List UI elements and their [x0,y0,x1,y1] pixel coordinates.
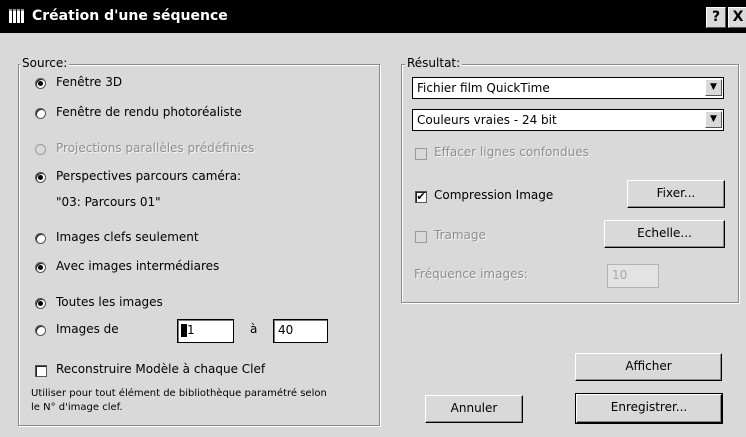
label-dithering: Tramage [434,228,486,242]
to-image-field[interactable]: 40 [273,319,328,343]
label-camera-paths[interactable]: Perspectives parcours caméra: [56,169,241,183]
color-depth-select[interactable]: Couleurs vraies - 24 bit ▼ [412,109,724,131]
output-format-value: Fichier film QuickTime [417,81,550,95]
window-title: Création d'une séquence [32,8,228,24]
radio-all-images[interactable] [35,298,46,309]
checkbox-erase-lines [415,148,427,160]
scale-button[interactable]: Echelle... [604,220,725,248]
label-frame-rate: Fréquence images: [414,267,528,281]
radio-photo-window[interactable] [35,108,46,119]
color-depth-value: Couleurs vraies - 24 bit [417,113,557,127]
label-keyframes-only[interactable]: Images clefs seulement [56,230,199,244]
result-legend: Résultat: [405,56,463,70]
help-button[interactable]: ? [706,7,726,28]
note-line-2: le N° d'image clef. [31,402,123,413]
label-window-3d[interactable]: Fenêtre 3D [56,75,122,89]
radio-parallel-projections [35,144,46,155]
checkbox-rebuild-model[interactable] [35,365,47,377]
camera-path-name: "03: Parcours 01" [56,195,161,209]
label-rebuild-model[interactable]: Reconstruire Modèle à chaque Clef [56,362,265,376]
radio-camera-paths[interactable] [35,172,46,183]
to-image-value: 40 [278,323,294,337]
chevron-down-icon[interactable]: ▼ [705,79,722,96]
app-icon [9,9,24,23]
cancel-button[interactable]: Annuler [425,395,523,423]
from-image-value: 1 [187,323,195,337]
save-button[interactable]: Enregistrer... [575,393,723,424]
note-line-1: Utiliser pour tout élément de bibliothèq… [31,388,327,399]
checkbox-dithering [415,231,427,243]
label-erase-lines: Effacer lignes confondues [434,145,589,159]
label-all-images[interactable]: Toutes les images [56,295,163,309]
label-parallel-projections: Projections parallèles prédéfinies [56,141,255,155]
to-label: à [250,322,258,336]
radio-images-range[interactable] [35,325,46,336]
label-compression[interactable]: Compression Image [434,188,553,202]
source-legend: Source: [20,56,70,70]
frame-rate-field: 10 [607,264,659,288]
from-image-field[interactable]: 1 [177,319,234,343]
chevron-down-icon[interactable]: ▼ [705,111,722,128]
close-button[interactable]: X [728,7,746,28]
show-button[interactable]: Afficher [575,353,722,381]
label-with-intermediate[interactable]: Avec images intermédiares [56,259,219,273]
frame-rate-value: 10 [612,268,628,282]
radio-with-intermediate[interactable] [35,262,46,273]
radio-keyframes-only[interactable] [35,233,46,244]
label-images-range[interactable]: Images de [56,322,119,336]
output-format-select[interactable]: Fichier film QuickTime ▼ [412,77,724,99]
label-photo-window[interactable]: Fenêtre de rendu photoréaliste [56,105,242,119]
checkbox-compression[interactable]: ✔ [415,191,427,203]
fix-button[interactable]: Fixer... [627,180,725,208]
radio-window-3d[interactable] [35,78,46,89]
